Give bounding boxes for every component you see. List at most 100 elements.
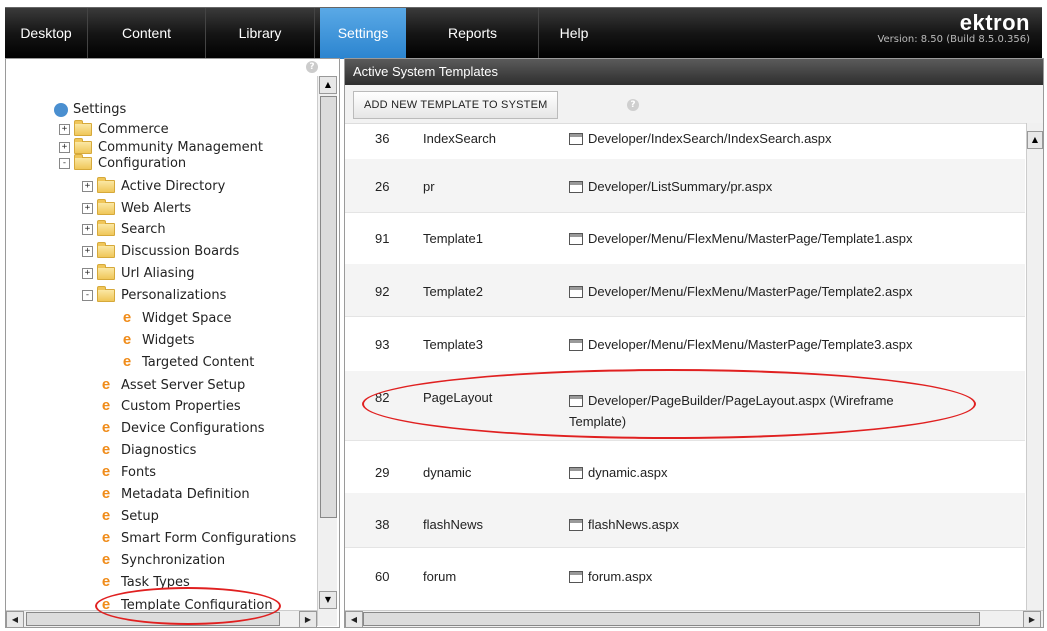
- table-row[interactable]: 38 flashNews flashNews.aspx: [345, 493, 1025, 548]
- tree-item-label: Web Alerts: [121, 201, 192, 216]
- tab-reports[interactable]: Reports: [407, 8, 539, 59]
- template-file-icon: [569, 180, 583, 193]
- tree-item-widget-space[interactable]: e Widget Space: [120, 308, 232, 328]
- tree-item-diagnostics[interactable]: e Diagnostics: [99, 440, 197, 460]
- tree-item-fonts[interactable]: e Fonts: [99, 462, 156, 482]
- template-path[interactable]: Developer/Menu/FlexMenu/MasterPage/Templ…: [569, 337, 912, 352]
- expand-icon[interactable]: +: [59, 124, 70, 135]
- scroll-left-icon[interactable]: ◀: [6, 611, 24, 627]
- tree-item-label: Commerce: [98, 122, 169, 137]
- scroll-right-icon[interactable]: ▶: [1023, 611, 1041, 627]
- tab-content[interactable]: Content: [88, 8, 206, 59]
- tab-desktop[interactable]: Desktop: [5, 8, 88, 59]
- collapse-icon[interactable]: -: [82, 290, 93, 301]
- tree-item-search[interactable]: + Search: [82, 220, 166, 240]
- scroll-right-icon[interactable]: ▶: [299, 611, 317, 627]
- table-row[interactable]: 29 dynamic dynamic.aspx: [345, 440, 1025, 494]
- table-row[interactable]: 60 forum forum.aspx: [345, 547, 1025, 609]
- template-id: 91: [375, 231, 390, 246]
- tree-item-configuration[interactable]: - Configuration: [59, 154, 186, 174]
- templates-vertical-scrollbar[interactable]: ▲: [1026, 123, 1043, 610]
- expand-icon[interactable]: +: [59, 142, 70, 153]
- tree-vertical-scrollbar[interactable]: ▲ ▼: [317, 76, 337, 626]
- expand-icon[interactable]: +: [82, 246, 93, 257]
- add-new-template-button[interactable]: ADD NEW TEMPLATE TO SYSTEM: [353, 91, 559, 119]
- templates-pane: Active System Templates ADD NEW TEMPLATE…: [344, 58, 1044, 628]
- folder-icon: [97, 264, 115, 280]
- ektron-e-icon: e: [101, 529, 111, 546]
- ektron-logo: ektron: [959, 10, 1030, 35]
- scroll-left-icon[interactable]: ◀: [345, 611, 363, 627]
- ektron-e-icon: e: [101, 485, 111, 502]
- template-path-text: Developer/Menu/FlexMenu/MasterPage/Templ…: [588, 337, 913, 352]
- template-name: flashNews: [423, 517, 483, 532]
- expand-icon[interactable]: +: [82, 181, 93, 192]
- scroll-up-icon[interactable]: ▲: [319, 76, 337, 94]
- tree-item-custom-properties[interactable]: e Custom Properties: [99, 396, 241, 416]
- expand-icon[interactable]: +: [82, 268, 93, 279]
- brand: ektron Version: 8.50 (Build 8.5.0.356): [877, 10, 1030, 45]
- tab-settings[interactable]: Settings: [320, 8, 406, 59]
- scroll-up-icon[interactable]: ▲: [1027, 131, 1043, 149]
- tree-item-widgets[interactable]: e Widgets: [120, 330, 195, 350]
- highlight-ellipse-template-configuration: [95, 587, 281, 625]
- template-path[interactable]: dynamic.aspx: [569, 465, 667, 480]
- folder-icon: [97, 199, 115, 215]
- table-row[interactable]: 26 pr Developer/ListSummary/pr.aspx: [345, 159, 1025, 213]
- template-id: 60: [375, 569, 390, 584]
- tree-root-settings[interactable]: Settings: [54, 100, 126, 120]
- scroll-thumb[interactable]: [320, 96, 337, 518]
- template-name: Template3: [423, 337, 483, 352]
- ektron-e-icon: e: [101, 507, 111, 524]
- tree-item-metadata-definition[interactable]: e Metadata Definition: [99, 484, 250, 504]
- table-row[interactable]: 36 IndexSearch Developer/IndexSearch/Ind…: [345, 123, 1025, 160]
- tree-item-web-alerts[interactable]: + Web Alerts: [82, 199, 191, 219]
- template-path-text: Developer/Menu/FlexMenu/MasterPage/Templ…: [588, 231, 913, 246]
- tree-item-label: Personalizations: [121, 288, 227, 303]
- template-path[interactable]: Developer/ListSummary/pr.aspx: [569, 179, 772, 194]
- template-name: dynamic: [423, 465, 472, 480]
- tree-item-smart-form-configurations[interactable]: e Smart Form Configurations: [99, 528, 296, 548]
- tab-help[interactable]: Help: [539, 8, 609, 59]
- ektron-e-icon: e: [101, 551, 111, 568]
- tree-item-label: Metadata Definition: [121, 487, 250, 502]
- expand-icon[interactable]: +: [82, 224, 93, 235]
- template-file-icon: [569, 232, 583, 245]
- tree-item-commerce[interactable]: + Commerce: [59, 120, 169, 140]
- tree-item-setup[interactable]: e Setup: [99, 506, 159, 526]
- template-name: pr: [423, 179, 435, 194]
- templates-horizontal-scrollbar[interactable]: ◀ ▶: [345, 610, 1043, 627]
- tree-item-personalizations[interactable]: - Personalizations: [82, 286, 226, 306]
- template-path[interactable]: Developer/IndexSearch/IndexSearch.aspx: [569, 131, 832, 146]
- template-path[interactable]: Developer/Menu/FlexMenu/MasterPage/Templ…: [569, 284, 912, 299]
- template-path[interactable]: forum.aspx: [569, 569, 652, 584]
- template-path-text: dynamic.aspx: [588, 465, 668, 480]
- tab-library[interactable]: Library: [206, 8, 315, 59]
- tree-item-device-configurations[interactable]: e Device Configurations: [99, 418, 265, 438]
- template-path[interactable]: flashNews.aspx: [569, 517, 679, 532]
- scroll-down-icon[interactable]: ▼: [319, 591, 337, 609]
- table-row[interactable]: 93 Template3 Developer/Menu/FlexMenu/Mas…: [345, 316, 1025, 372]
- template-path[interactable]: Developer/Menu/FlexMenu/MasterPage/Templ…: [569, 231, 912, 246]
- scroll-thumb[interactable]: [363, 612, 980, 626]
- help-icon[interactable]: ?: [627, 99, 639, 111]
- template-id: 26: [375, 179, 390, 194]
- ektron-e-icon: e: [101, 463, 111, 480]
- tree-item-label: Community Management: [98, 140, 264, 155]
- tree-item-discussion-boards[interactable]: + Discussion Boards: [82, 242, 239, 262]
- template-name: Template1: [423, 231, 483, 246]
- ektron-e-icon: e: [122, 353, 132, 370]
- tree-item-active-directory[interactable]: + Active Directory: [82, 177, 225, 197]
- table-row[interactable]: 91 Template1 Developer/Menu/FlexMenu/Mas…: [345, 212, 1025, 265]
- ektron-e-icon: e: [101, 397, 111, 414]
- table-row[interactable]: 92 Template2 Developer/Menu/FlexMenu/Mas…: [345, 264, 1025, 317]
- tree-item-label: Widgets: [142, 333, 195, 348]
- tree-item-synchronization[interactable]: e Synchronization: [99, 550, 225, 570]
- tree-item-label: Synchronization: [121, 553, 226, 568]
- expand-icon[interactable]: +: [82, 203, 93, 214]
- collapse-icon[interactable]: -: [59, 158, 70, 169]
- tree-item-targeted-content[interactable]: e Targeted Content: [120, 352, 254, 372]
- tree-item-label: Asset Server Setup: [121, 378, 246, 393]
- tree-item-url-aliasing[interactable]: + Url Aliasing: [82, 264, 195, 284]
- tree-item-asset-server-setup[interactable]: e Asset Server Setup: [99, 375, 245, 395]
